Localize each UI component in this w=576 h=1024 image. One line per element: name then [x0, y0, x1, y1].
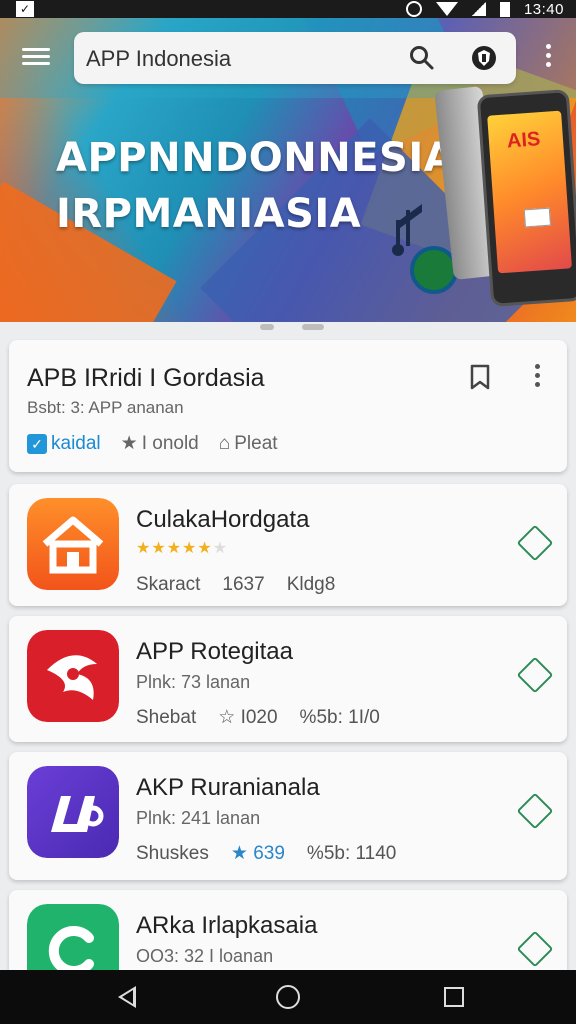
recent-apps-icon: [444, 987, 464, 1007]
app-meta: Skaract 1637 Kldg8: [136, 574, 335, 596]
status-time: 13:40: [523, 0, 564, 18]
app-list-item[interactable]: CulakaHordgata ★★★★★★ Skaract 1637 Kldg8: [9, 484, 567, 606]
mail-icon: [523, 207, 551, 228]
swirl-icon: [27, 630, 119, 722]
shield-icon[interactable]: [470, 44, 498, 72]
app-meta: Shuskes ★ 639 %5b: 1140: [136, 842, 396, 865]
star-icon: ★: [120, 433, 138, 454]
carousel-indicator: [260, 324, 274, 330]
chip-label: Pleat: [234, 432, 278, 454]
app-subtitle: Plnk: 73 lanan: [136, 672, 251, 692]
signal-icon: [471, 2, 486, 16]
app-meta-value: 5b: 1140: [323, 842, 397, 864]
check-icon: ✓: [27, 433, 47, 454]
app-meta-item: ★ 639: [231, 842, 285, 865]
home-icon: [276, 985, 300, 1009]
app-title: APP Rotegitaa: [136, 638, 293, 665]
search-input[interactable]: APP Indonesia: [86, 46, 231, 72]
phone-image: AIS: [476, 89, 576, 307]
featured-chips: ✓ kaidal ★ I onold ⌂ Pleat: [27, 432, 278, 455]
percent-icon: %: [306, 842, 324, 864]
app-meta-item: %5b: 1140: [307, 843, 396, 865]
hero-title-line1: APPNNDONNESIA: [56, 135, 456, 181]
tag-icon: ⌂: [218, 432, 231, 454]
menu-button[interactable]: [22, 45, 50, 69]
app-list-item[interactable]: AKP Ruranianala Plnk: 241 lanan Shuskes …: [9, 752, 567, 880]
app-title: ARka Irlapkasaia: [136, 912, 318, 939]
app-list-item[interactable]: APP Rotegitaa Plnk: 73 lanan Shebat ☆ I0…: [9, 616, 567, 742]
card-more-button[interactable]: [529, 364, 545, 390]
percent-icon: %: [299, 706, 317, 728]
app-subtitle: Plnk: 241 lanan: [136, 808, 261, 828]
app-meta-value: 639: [253, 843, 285, 864]
app-meta-value: 5b: 1I/0: [316, 706, 380, 728]
battery-icon: [499, 1, 510, 17]
phone-app-logo: AIS: [506, 128, 542, 153]
back-icon: [118, 986, 136, 1008]
app-meta-item: 1637: [222, 574, 265, 595]
rating-stars: ★★★★★★: [136, 540, 229, 557]
logo-icon: [27, 766, 119, 858]
chip-label: I onold: [141, 432, 199, 454]
chip-pleat[interactable]: ⌂ Pleat: [219, 433, 278, 455]
star-icon: ★: [230, 843, 248, 864]
notification-icon: ✓: [16, 1, 34, 17]
featured-title: APB IRridi I Gordasia: [27, 364, 265, 392]
star-icon: ☆: [218, 707, 236, 728]
chip-kaidal[interactable]: ✓ kaidal: [27, 433, 101, 455]
bookmark-icon[interactable]: [469, 364, 491, 390]
featured-subtitle: Bsbt: 3: APP ananan: [27, 398, 184, 417]
home-button[interactable]: [258, 970, 318, 1024]
status-bar: ✓ 13:40: [0, 0, 576, 18]
chip-label: kaidal: [51, 432, 101, 454]
app-meta-item: Kldg8: [286, 574, 336, 595]
navigation-bar: [0, 970, 576, 1024]
install-button[interactable]: [516, 656, 554, 694]
app-subtitle: OO3: 32 I loanan: [136, 946, 274, 966]
more-options-button[interactable]: [540, 44, 556, 72]
app-meta-item: Shebat: [136, 706, 197, 728]
alarm-icon: [405, 1, 422, 17]
app-meta-item: %5b: 1I/0: [300, 707, 380, 729]
chip-onold[interactable]: ★ I onold: [121, 432, 199, 455]
house-icon: [27, 498, 119, 590]
app-meta-item: Shuskes: [136, 842, 209, 864]
search-bar[interactable]: APP Indonesia: [74, 32, 516, 84]
featured-card[interactable]: APB IRridi I Gordasia Bsbt: 3: APP anana…: [9, 340, 567, 472]
recent-apps-button[interactable]: [424, 970, 484, 1024]
carousel-indicator-active: [302, 324, 324, 330]
app-meta-value: I020: [240, 707, 278, 728]
wifi-icon: [435, 2, 458, 16]
install-button[interactable]: [516, 524, 554, 562]
install-button[interactable]: [516, 792, 554, 830]
search-icon[interactable]: [408, 44, 436, 72]
app-meta-item: Skaract: [136, 574, 201, 595]
install-button[interactable]: [516, 930, 554, 968]
app-meta: Shebat ☆ I020 %5b: 1I/0: [136, 706, 380, 729]
app-title: CulakaHordgata: [136, 506, 310, 533]
app-meta-item: ☆ I020: [218, 706, 277, 729]
app-title: AKP Ruranianala: [136, 774, 320, 801]
back-button[interactable]: [98, 970, 158, 1024]
